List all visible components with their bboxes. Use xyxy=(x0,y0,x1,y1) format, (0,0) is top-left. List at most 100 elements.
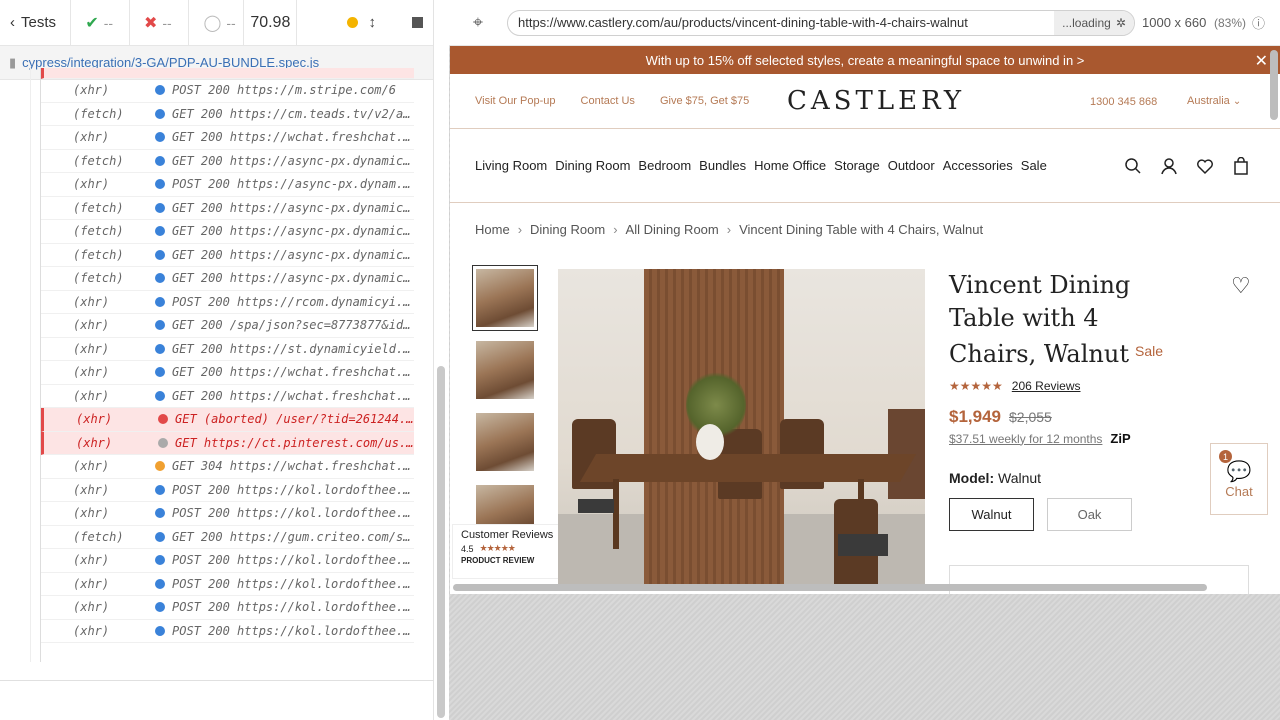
reporter-scrollbar[interactable] xyxy=(437,366,445,718)
command-row[interactable]: (fetch) GET 200 https://async-px.dynamicy… xyxy=(41,244,414,267)
nav-bundles[interactable]: Bundles xyxy=(699,158,746,173)
nav-storage[interactable]: Storage xyxy=(834,158,880,173)
command-type: (xhr) xyxy=(73,294,110,309)
command-row[interactable]: (fetch) GET 200 https://async-px.dynamicy… xyxy=(41,220,414,244)
command-message: POST 200 https://m.stripe.com/6 xyxy=(172,83,396,98)
selector-playground-icon[interactable]: ⌖ xyxy=(449,12,507,33)
info-icon[interactable]: ⓘ xyxy=(1252,13,1265,32)
country-selector[interactable]: Australia ⌄ xyxy=(1187,95,1241,107)
badge-title: Customer Reviews xyxy=(461,529,554,541)
auto-scroll-icon[interactable]: ↕ xyxy=(368,14,376,31)
model-oak-button[interactable]: Oak xyxy=(1047,498,1132,531)
model-walnut-button[interactable]: Walnut xyxy=(949,498,1034,531)
util-link-contact[interactable]: Contact Us xyxy=(581,95,635,107)
command-row[interactable]: (xhr) POST 200 https://async-px.dynam... xyxy=(41,173,414,197)
product-title: Vincent Dining Table with 4 Chairs, Waln… xyxy=(949,271,1164,368)
model-value: Walnut xyxy=(998,470,1042,486)
nav-bedroom[interactable]: Bedroom xyxy=(638,158,691,173)
heart-icon[interactable]: ♡ xyxy=(1231,273,1251,299)
logo[interactable]: CASTLERY xyxy=(787,86,965,116)
util-link-popup[interactable]: Visit Our Pop-up xyxy=(475,95,556,107)
command-row[interactable]: (xhr) POST 200 https://kol.lordofthee... xyxy=(41,596,414,620)
wishlist-icon[interactable] xyxy=(1196,157,1214,175)
nav-home-office[interactable]: Home Office xyxy=(754,158,826,173)
tests-button[interactable]: ‹ Tests xyxy=(0,0,72,46)
command-log: (xhr) POST 200 https://m.stripe.com/6 (fet… xyxy=(40,68,414,662)
thumbnail-2[interactable] xyxy=(476,341,534,399)
command-row[interactable]: (xhr) GET 200 https://wchat.freshchat.com… xyxy=(41,385,414,408)
command-row[interactable]: (xhr) GET 200 https://st.dynamicyield.com… xyxy=(41,338,414,361)
nav-living-room[interactable]: Living Room xyxy=(475,158,547,173)
command-row[interactable]: (xhr) GET 304 https://wchat.freshchat.com… xyxy=(41,455,414,479)
reviews-link[interactable]: 206 Reviews xyxy=(1012,379,1081,393)
price-block: $1,949 $2,055 xyxy=(949,407,1269,427)
breadcrumb-all-dining-room[interactable]: All Dining Room xyxy=(626,222,719,237)
command-type: (xhr) xyxy=(73,600,110,615)
command-message: POST 200 https://kol.lordofthee... xyxy=(172,482,414,497)
product-review-badge[interactable]: Customer Reviews 4.5 ★★★★★ PRODUCT REVIE… xyxy=(452,524,569,579)
command-type: (fetch) xyxy=(73,153,124,168)
nav-accessories[interactable]: Accessories xyxy=(943,158,1013,173)
status-dot-icon xyxy=(155,602,165,613)
status-dot-icon xyxy=(158,414,168,425)
command-row[interactable]: (xhr) GET 200 https://wchat.freshchat.com… xyxy=(41,126,414,150)
sale-price: $1,949 xyxy=(949,407,1001,426)
pending-count[interactable]: ◯ -- xyxy=(189,0,243,46)
command-row[interactable]: (fetch) GET 200 https://async-px.dynamicy… xyxy=(41,197,414,220)
failed-count[interactable]: ✖ -- xyxy=(130,0,190,46)
command-row[interactable]: (xhr) POST 200 https://kol.lordofthee... xyxy=(41,502,414,526)
thumbnail-3[interactable] xyxy=(476,413,534,471)
command-row[interactable]: (xhr) GET https://ct.pinterest.com/us... xyxy=(41,431,414,455)
status-dot-icon xyxy=(158,437,168,448)
check-icon: ✔ xyxy=(85,14,99,32)
command-row[interactable]: (xhr) POST 200 https://rcom.dynamicyi... xyxy=(41,291,414,314)
product-hero-image[interactable] xyxy=(558,269,925,589)
command-row[interactable]: (xhr) GET 200 /spa/json?sec=8773877&id=-4… xyxy=(41,314,414,338)
chat-widget[interactable]: 1 💬 Chat xyxy=(1210,443,1268,515)
status-dot-icon xyxy=(155,108,165,119)
search-icon[interactable] xyxy=(1124,157,1142,175)
aut-horizontal-scrollbar[interactable] xyxy=(453,584,1207,591)
original-price: $2,055 xyxy=(1009,409,1052,425)
cart-icon[interactable] xyxy=(1232,157,1250,175)
stop-icon[interactable] xyxy=(411,17,423,28)
close-icon[interactable]: ✕ xyxy=(1255,51,1268,71)
breadcrumb-home[interactable]: Home xyxy=(475,222,510,237)
url-bar[interactable]: https://www.castlery.com/au/products/vin… xyxy=(507,9,1135,36)
nav-sale[interactable]: Sale xyxy=(1021,158,1047,173)
nav-dining-room[interactable]: Dining Room xyxy=(555,158,630,173)
command-type: (xhr) xyxy=(73,83,110,98)
x-icon: ✖ xyxy=(143,14,158,32)
account-icon[interactable] xyxy=(1160,157,1178,175)
breadcrumb-dining-room[interactable]: Dining Room xyxy=(530,222,605,237)
util-link-referral[interactable]: Give $75, Get $75 xyxy=(660,95,749,107)
command-row[interactable]: (fetch) GET 200 https://gum.criteo.com/si… xyxy=(41,526,414,549)
model-label: Model: xyxy=(949,470,995,486)
command-row[interactable]: (xhr) POST 200 https://kol.lordofthee... xyxy=(41,573,414,596)
thumbnail-1[interactable] xyxy=(472,265,538,331)
promo-banner[interactable]: With up to 15% off selected styles, crea… xyxy=(450,46,1280,74)
command-row[interactable]: (xhr) POST 200 https://kol.lordofthee... xyxy=(41,549,414,573)
command-row[interactable]: (xhr) POST 200 https://m.stripe.com/6 xyxy=(41,79,414,103)
phone-number[interactable]: 1300 345 868 xyxy=(1090,96,1157,108)
passed-count[interactable]: ✔ -- xyxy=(71,0,130,46)
command-row[interactable]: (fetch) GET 200 https://async-px.dynamicy… xyxy=(41,267,414,291)
aut-vertical-scrollbar[interactable] xyxy=(1270,50,1278,120)
command-row[interactable]: (xhr) GET (aborted) /user/?tid=261244... xyxy=(41,408,414,432)
command-row[interactable]: (xhr) POST 200 https://kol.lordofthee... xyxy=(41,620,414,643)
url-text: https://www.castlery.com/au/products/vin… xyxy=(518,15,968,30)
command-message: GET 200 https://async-px.dynamicyield... xyxy=(172,153,414,168)
duration: 70.98 xyxy=(243,0,298,46)
nav-outdoor[interactable]: Outdoor xyxy=(888,158,935,173)
command-row[interactable]: (fetch) GET 200 https://cm.teads.tv/v2/ad… xyxy=(41,103,414,126)
zip-logo: ZiP xyxy=(1110,431,1131,446)
command-row[interactable]: (fetch) GET 200 https://async-px.dynamicy… xyxy=(41,150,414,173)
command-type: (fetch) xyxy=(73,247,124,262)
running-indicator-icon xyxy=(347,17,359,28)
command-row[interactable]: (xhr) GET 200 https://wchat.freshchat.com… xyxy=(41,361,414,385)
command-message: GET 200 https://async-px.dynamicyield... xyxy=(172,224,414,239)
promo-text: With up to 15% off selected styles, crea… xyxy=(645,52,1085,68)
status-dot-icon xyxy=(155,461,165,472)
chat-label: Chat xyxy=(1225,484,1253,499)
command-row[interactable]: (xhr) POST 200 https://kol.lordofthee... xyxy=(41,479,414,502)
